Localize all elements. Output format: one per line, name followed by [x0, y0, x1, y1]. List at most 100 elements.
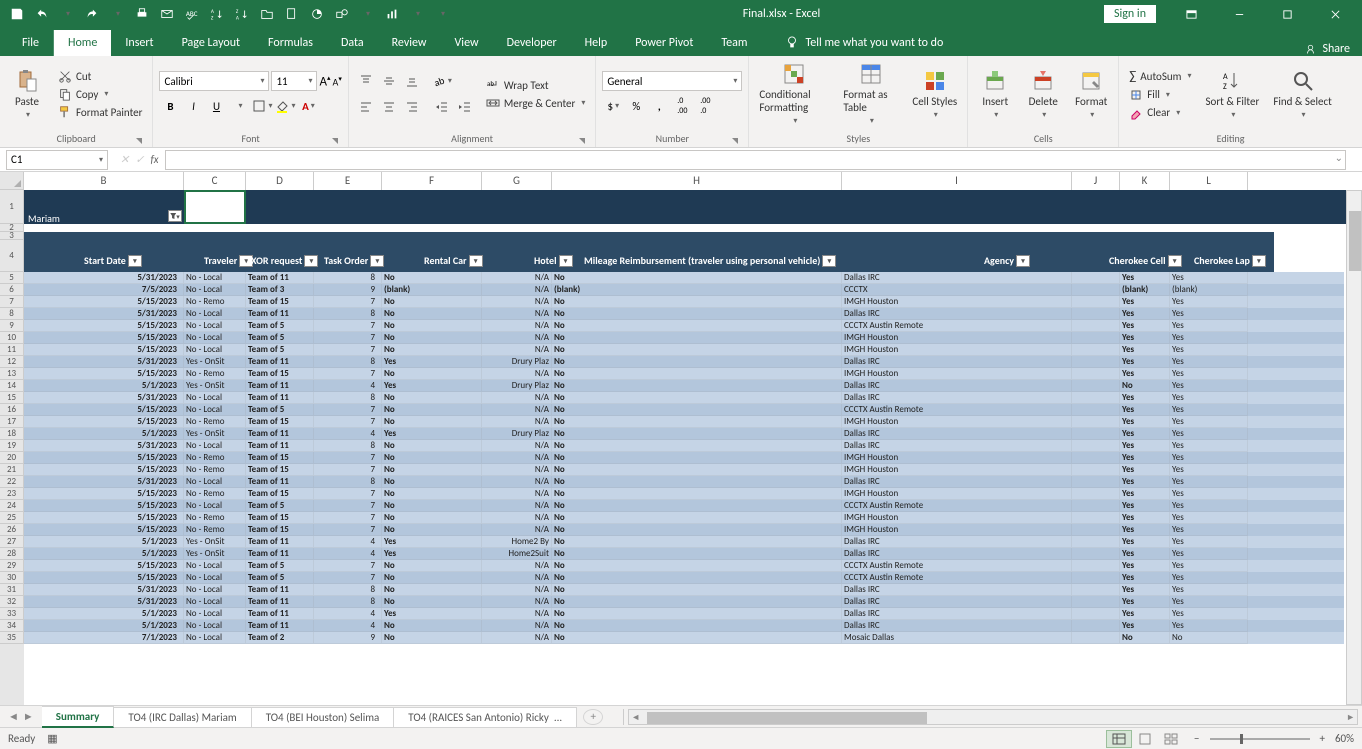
row-header-24[interactable]: 24 — [0, 500, 24, 512]
table-row[interactable]: 5/15/2023No - LocalTeam of 57NoN/ANoIMGH… — [24, 344, 1344, 356]
table-row[interactable]: 5/15/2023No - LocalTeam of 57NoN/ANoCCCT… — [24, 560, 1344, 572]
row-header-31[interactable]: 31 — [0, 584, 24, 596]
table-row[interactable]: 5/31/2023No - LocalTeam of 118NoN/ANoDal… — [24, 308, 1344, 320]
col-header-F[interactable]: F — [382, 172, 482, 190]
grow-font-icon[interactable]: A▴ — [319, 73, 330, 89]
row-header-1[interactable]: 1 — [0, 190, 24, 224]
percent-format-icon[interactable]: % — [625, 95, 647, 117]
col-header-D[interactable]: D — [246, 172, 314, 190]
table-row[interactable]: 5/15/2023No - RemoTeam of 157NoN/ANoIMGH… — [24, 368, 1344, 380]
filter-5[interactable] — [559, 255, 573, 267]
filter-8[interactable] — [1168, 255, 1182, 267]
tab-team[interactable]: Team — [707, 30, 761, 56]
format-as-table-button[interactable]: Format as Table — [839, 58, 902, 130]
table-row[interactable]: 5/1/2023Yes - OnSitTeam of 114YesDrury P… — [24, 380, 1344, 392]
clipboard-launcher-icon[interactable] — [134, 135, 144, 145]
redo-dropdown[interactable] — [106, 3, 128, 25]
tab-help[interactable]: Help — [571, 30, 622, 56]
increase-indent-icon[interactable] — [454, 96, 476, 118]
table-row[interactable]: 5/31/2023No - LocalTeam of 118NoN/ANoDal… — [24, 584, 1344, 596]
row-header-7[interactable]: 7 — [0, 296, 24, 308]
row-header-6[interactable]: 6 — [0, 284, 24, 296]
row-header-19[interactable]: 19 — [0, 440, 24, 452]
row-header-34[interactable]: 34 — [0, 620, 24, 632]
autosum-button[interactable]: ∑AutoSum — [1125, 68, 1195, 85]
row-header-10[interactable]: 10 — [0, 332, 24, 344]
table-row[interactable]: 5/15/2023No - LocalTeam of 57NoN/ANoIMGH… — [24, 332, 1344, 344]
row-header-22[interactable]: 22 — [0, 476, 24, 488]
row-header-16[interactable]: 16 — [0, 404, 24, 416]
table-row[interactable]: 5/15/2023No - RemoTeam of 157NoN/ANoIMGH… — [24, 452, 1344, 464]
zoom-level[interactable]: 60% — [1335, 732, 1354, 745]
sheet-tab-to4-dallas[interactable]: TO4 (IRC Dallas) Mariam — [114, 707, 251, 727]
formula-input[interactable] — [165, 150, 1346, 170]
tab-data[interactable]: Data — [327, 30, 378, 56]
tab-view[interactable]: View — [441, 30, 493, 56]
minimize-icon[interactable] — [1216, 0, 1262, 28]
orientation-icon[interactable]: ab — [431, 70, 453, 92]
row-header-3[interactable]: 3 — [0, 232, 24, 240]
tab-power-pivot[interactable]: Power Pivot — [621, 30, 707, 56]
clear-button[interactable]: Clear — [1125, 105, 1195, 121]
close-icon[interactable] — [1312, 0, 1358, 28]
fx-icon[interactable]: fx — [150, 153, 158, 166]
sign-in-button[interactable]: Sign in — [1104, 5, 1156, 23]
undo-dropdown[interactable] — [56, 3, 78, 25]
col-header-J[interactable]: J — [1072, 172, 1120, 190]
sheet-tab-to4-houston[interactable]: TO4 (BEI Houston) Selima — [252, 707, 395, 727]
grid[interactable]: Mariam Start DateTravelerTXOR requestTas… — [24, 190, 1362, 705]
new-sheet-icon[interactable]: + — [583, 709, 603, 725]
tab-developer[interactable]: Developer — [493, 30, 571, 56]
tab-file[interactable]: File — [8, 30, 54, 56]
wrap-text-button[interactable]: abWrap Text — [482, 77, 590, 93]
sort-asc-icon[interactable]: AZ — [206, 3, 228, 25]
cancel-formula-icon[interactable]: ✕ — [120, 153, 129, 166]
ribbon-display-icon[interactable] — [1168, 0, 1214, 28]
pie-icon[interactable] — [306, 3, 328, 25]
number-format-select[interactable]: General▾ — [602, 71, 742, 91]
table-row[interactable]: 7/1/2023No - LocalTeam of 29NoN/ANoMosai… — [24, 632, 1344, 644]
align-right-icon[interactable] — [401, 96, 423, 118]
table-row[interactable]: 5/1/2023No - LocalTeam of 114YesN/ANoDal… — [24, 608, 1344, 620]
quickprint-icon[interactable] — [131, 3, 153, 25]
row-header-35[interactable]: 35 — [0, 632, 24, 644]
bold-button[interactable]: B — [159, 95, 181, 117]
col-header-I[interactable]: I — [842, 172, 1072, 190]
row-header-30[interactable]: 30 — [0, 572, 24, 584]
font-name-select[interactable]: Calibri▾ — [159, 71, 269, 91]
chart-dropdown[interactable] — [406, 3, 428, 25]
chart-icon[interactable] — [381, 3, 403, 25]
table-row[interactable]: 5/15/2023No - LocalTeam of 57NoN/ANoCCCT… — [24, 572, 1344, 584]
table-row[interactable]: 5/31/2023No - LocalTeam of 118NoN/ANoDal… — [24, 596, 1344, 608]
row-header-4[interactable]: 4 — [0, 240, 24, 272]
row-header-8[interactable]: 8 — [0, 308, 24, 320]
table-row[interactable]: 5/31/2023Yes - OnSitTeam of 118YesDrury … — [24, 356, 1344, 368]
sort-filter-button[interactable]: AZSort & Filter — [1201, 65, 1263, 124]
table-row[interactable]: 5/15/2023No - LocalTeam of 57NoN/ANoCCCT… — [24, 404, 1344, 416]
col-header-H[interactable]: H — [552, 172, 842, 190]
font-color-button[interactable]: A — [297, 95, 319, 117]
table-row[interactable]: 5/31/2023No - LocalTeam of 118NoN/ANoDal… — [24, 440, 1344, 452]
row-header-29[interactable]: 29 — [0, 560, 24, 572]
page-layout-view-icon[interactable] — [1132, 730, 1158, 748]
row-header-27[interactable]: 27 — [0, 536, 24, 548]
font-size-select[interactable]: 11▾ — [271, 71, 317, 91]
qat-customize[interactable] — [431, 3, 453, 25]
row-header-11[interactable]: 11 — [0, 344, 24, 356]
decrease-decimal-icon[interactable]: .00.0 — [694, 95, 716, 117]
increase-decimal-icon[interactable]: .0.00 — [671, 95, 693, 117]
zoom-out-icon[interactable]: − — [1194, 732, 1199, 745]
row-header-23[interactable]: 23 — [0, 488, 24, 500]
italic-button[interactable]: I — [182, 95, 204, 117]
align-bottom-icon[interactable] — [401, 70, 423, 92]
table-row[interactable]: 5/15/2023No - RemoTeam of 157NoN/ANoIMGH… — [24, 296, 1344, 308]
row-header-25[interactable]: 25 — [0, 512, 24, 524]
table-row[interactable]: 5/1/2023Yes - OnSitTeam of 114YesDrury P… — [24, 428, 1344, 440]
new-icon[interactable] — [281, 3, 303, 25]
row-header-13[interactable]: 13 — [0, 368, 24, 380]
fill-color-button[interactable] — [274, 95, 296, 117]
filter-3[interactable] — [370, 255, 384, 267]
filter-7[interactable] — [1016, 255, 1030, 267]
table-row[interactable]: 5/15/2023No - RemoTeam of 157NoN/ANoIMGH… — [24, 416, 1344, 428]
shapes-icon[interactable] — [331, 3, 353, 25]
